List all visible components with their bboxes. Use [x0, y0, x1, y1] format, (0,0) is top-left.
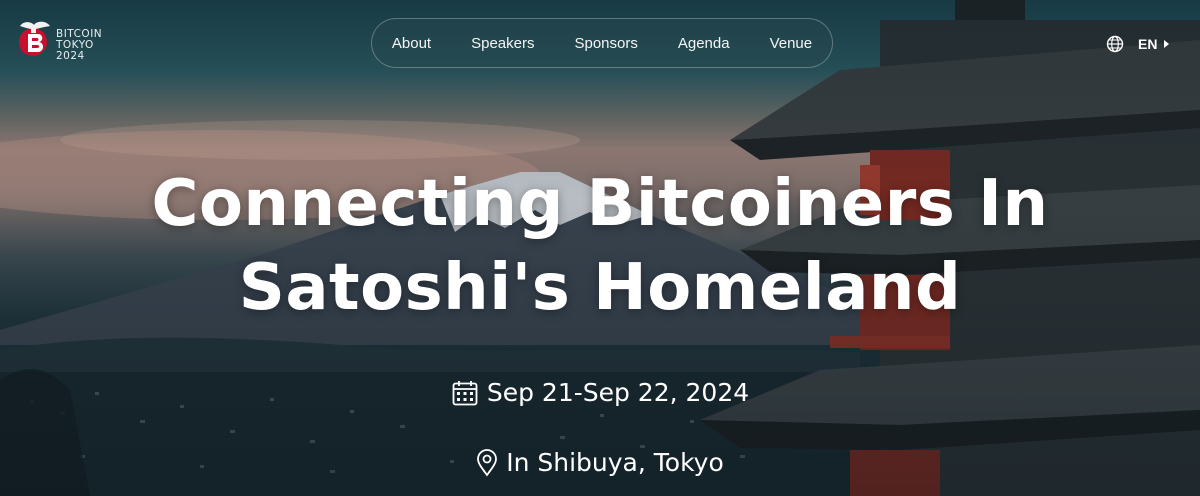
- logo-line-3: 2024: [56, 50, 85, 62]
- language-code: EN: [1138, 36, 1158, 52]
- nav-link-sponsors[interactable]: Sponsors: [554, 35, 657, 52]
- hero-title-line-1: Connecting Bitcoiners In: [151, 167, 1049, 241]
- logo-wordmark: BITCOIN TOKYO 2024: [56, 29, 102, 62]
- map-pin-icon: [476, 448, 498, 477]
- bitcoin-tokyo-logo[interactable]: BITCOIN TOKYO 2024: [14, 16, 114, 66]
- language-selector[interactable]: EN: [1106, 34, 1170, 54]
- nav-link-agenda[interactable]: Agenda: [658, 35, 750, 52]
- caret-right-icon: [1164, 40, 1170, 48]
- nav-link-about[interactable]: About: [372, 35, 451, 52]
- bonsai-bitcoin-icon: [19, 21, 50, 56]
- nav-link-venue[interactable]: Venue: [750, 35, 833, 52]
- event-location: In Shibuya, Tokyo: [0, 448, 1200, 477]
- hero-title-line-2: Satoshi's Homeland: [238, 251, 962, 325]
- event-date-text: Sep 21-Sep 22, 2024: [486, 378, 750, 407]
- main-nav: About Speakers Sponsors Agenda Venue: [371, 18, 833, 68]
- nav-link-speakers[interactable]: Speakers: [451, 35, 554, 52]
- event-date: Sep 21-Sep 22, 2024: [0, 378, 1200, 407]
- hero-title: Connecting Bitcoiners In Satoshi's Homel…: [0, 162, 1200, 330]
- globe-icon: [1106, 35, 1124, 53]
- calendar-icon: [451, 379, 479, 407]
- event-location-text: In Shibuya, Tokyo: [506, 448, 724, 477]
